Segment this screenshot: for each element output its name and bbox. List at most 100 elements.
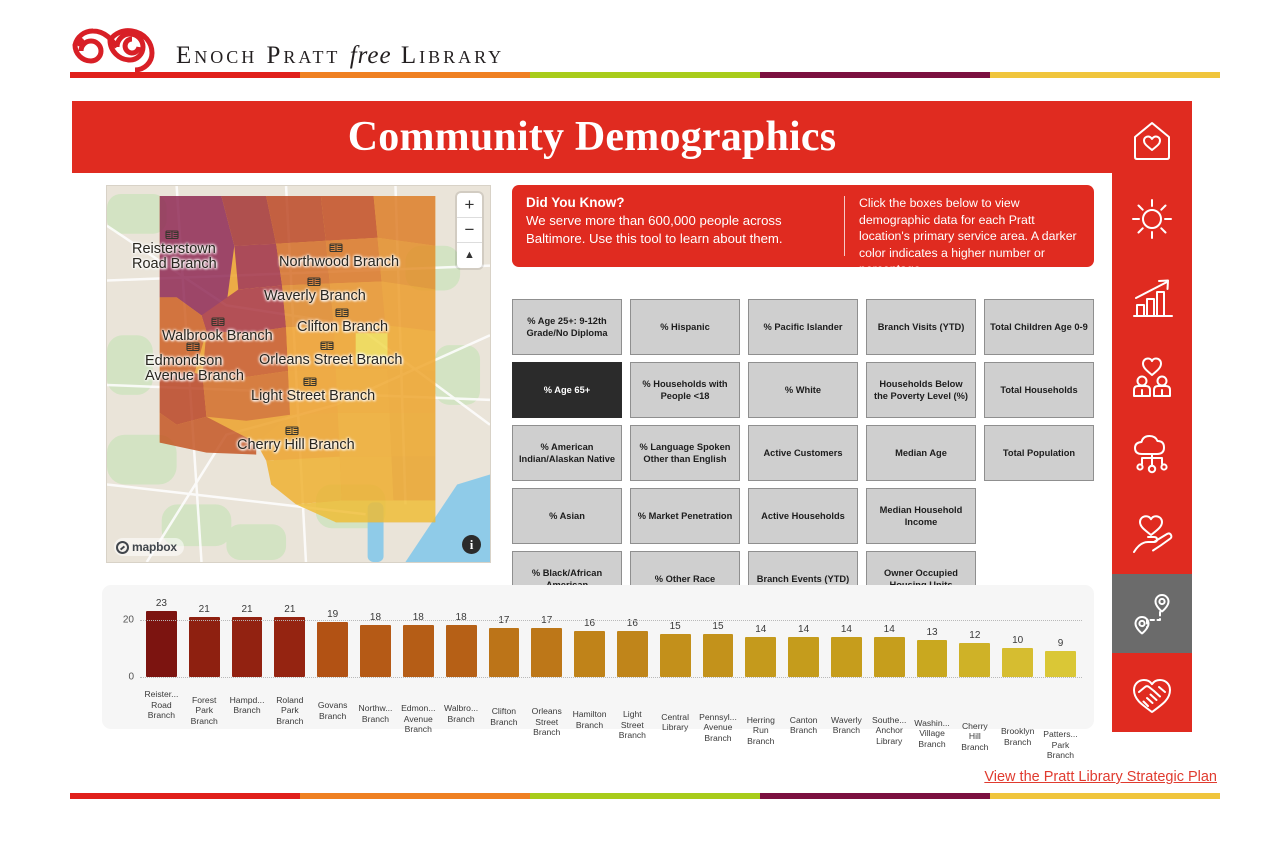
chart-bar[interactable] xyxy=(959,642,991,677)
chart-bar-column[interactable]: 18 Walbro... Branch xyxy=(440,612,483,724)
rule-seg-3 xyxy=(760,72,990,78)
chart-bar-value: 21 xyxy=(284,603,296,615)
metric-button[interactable]: % Age 25+: 9-12th Grade/No Diploma xyxy=(512,299,622,355)
chart-bar-column[interactable]: 23 Reister... Road Branch xyxy=(140,598,183,720)
chart-bar[interactable] xyxy=(274,616,306,677)
chart-bar[interactable] xyxy=(916,639,948,677)
chart-bar-column[interactable]: 12 Cherry Hill Branch xyxy=(953,630,996,752)
chart-bar-column[interactable]: 9 Patters... Park Branch xyxy=(1039,638,1082,760)
mapbox-label: mapbox xyxy=(132,540,177,554)
chart-bars: 23 Reister... Road Branch 21 Forest Park Br… xyxy=(140,593,1082,760)
chart-bar-column[interactable]: 18 Northw... Branch xyxy=(354,612,397,724)
chart-bar[interactable] xyxy=(831,636,862,677)
chart-bar[interactable] xyxy=(488,628,520,677)
chart-bar[interactable] xyxy=(402,625,434,677)
chart-bar-value: 14 xyxy=(883,623,895,635)
map-compass-button[interactable]: ▲ xyxy=(457,243,482,268)
metric-button[interactable]: % Pacific Islander xyxy=(748,299,858,355)
metric-button[interactable]: % Age 65+ xyxy=(512,362,622,418)
chart-bar[interactable] xyxy=(702,633,734,677)
chart-bar-value: 17 xyxy=(541,615,553,627)
metric-button[interactable]: Median Age xyxy=(866,425,976,481)
metric-cell-empty xyxy=(984,488,1094,544)
chart-bar-column[interactable]: 14 Southe... Anchor Library xyxy=(868,623,911,746)
map-zoom-out-button[interactable]: − xyxy=(457,218,482,243)
pratt-scroll-logo-icon xyxy=(70,28,165,74)
metric-button[interactable]: Households Below the Poverty Level (%) xyxy=(866,362,976,418)
rail-button-home-heart[interactable] xyxy=(1112,101,1192,180)
strategic-plan-link[interactable]: View the Pratt Library Strategic Plan xyxy=(984,769,1217,785)
metric-button[interactable]: % White xyxy=(748,362,858,418)
metric-button[interactable]: Active Customers xyxy=(748,425,858,481)
chart-bar-column[interactable]: 16 Light Street Branch xyxy=(611,618,654,740)
chart-bar[interactable] xyxy=(1002,648,1034,677)
bottom-color-rule xyxy=(70,793,1220,799)
chart-bar-column[interactable]: 21 Roland Park Branch xyxy=(268,603,311,726)
chart-bar[interactable] xyxy=(231,616,263,677)
chart-bar-column[interactable]: 14 Waverly Branch xyxy=(825,624,868,735)
chart-bar[interactable] xyxy=(788,636,819,677)
metric-button[interactable]: Active Households xyxy=(748,488,858,544)
map-zoom-in-button[interactable]: + xyxy=(457,193,482,218)
metric-button[interactable]: Total Households xyxy=(984,362,1094,418)
map-info-icon[interactable]: i xyxy=(462,535,481,554)
chart-bar-column[interactable]: 17 Clifton Branch xyxy=(483,615,526,727)
map-pins-route-icon xyxy=(1134,593,1170,635)
chart-bar-column[interactable]: 14 Herring Run Branch xyxy=(739,624,782,746)
chart-bar[interactable] xyxy=(188,616,220,677)
chart-bar[interactable] xyxy=(146,611,177,677)
chart-bar[interactable] xyxy=(873,636,905,677)
chart-bar[interactable] xyxy=(659,633,691,677)
chart-bar[interactable] xyxy=(1045,651,1076,677)
chart-bar-column[interactable]: 16 Hamilton Branch xyxy=(568,618,611,730)
map-view[interactable]: + − ▲ mapbox i Reisterstown Road Branch N… xyxy=(106,185,491,563)
rail-button-family-heart[interactable] xyxy=(1112,338,1192,417)
chart-bar[interactable] xyxy=(531,628,563,677)
chart-bar-label: Cherry Hill Branch xyxy=(961,720,989,752)
metric-grid: % Age 25+: 9-12th Grade/No Diploma% Hisp… xyxy=(512,299,1094,607)
chart-y-axis: 0 20 xyxy=(108,593,140,729)
metric-button[interactable]: Total Children Age 0-9 xyxy=(984,299,1094,355)
rule-seg-b3 xyxy=(760,793,990,799)
metric-button[interactable]: Branch Visits (YTD) xyxy=(866,299,976,355)
chart-bar-column[interactable]: 17 Orleans Street Branch xyxy=(525,615,568,737)
chart-bar-column[interactable]: 14 Canton Branch xyxy=(782,624,825,735)
metric-button[interactable]: % Households with People <18 xyxy=(630,362,740,418)
chart-bar[interactable] xyxy=(616,631,648,677)
chart-bar-column[interactable]: 21 Hampd... Branch xyxy=(226,604,269,716)
rule-seg-b4 xyxy=(990,793,1220,799)
banner-left: Did You Know? We serve more than 600,000… xyxy=(526,194,844,258)
chart-bar[interactable] xyxy=(745,636,777,677)
chart-bar-column[interactable]: 15 Central Library xyxy=(654,621,697,732)
rail-button-handshake-heart[interactable] xyxy=(1112,653,1192,732)
chart-bar[interactable] xyxy=(445,625,477,677)
chart-bar-column[interactable]: 21 Forest Park Branch xyxy=(183,604,226,726)
metric-button[interactable]: % American Indian/Alaskan Native xyxy=(512,425,622,481)
chart-bar[interactable] xyxy=(360,625,391,677)
branch-bar-chart-panel: 0 20 23 Reister... Road Branch 21 Forest Par… xyxy=(102,585,1094,760)
rail-button-sun[interactable] xyxy=(1112,180,1192,259)
rail-button-bar-chart-growth[interactable] xyxy=(1112,259,1192,338)
chart-bar-label: Reister... Road Branch xyxy=(144,689,179,720)
mapbox-attribution[interactable]: mapbox xyxy=(114,538,184,556)
chart-bar-column[interactable]: 18 Edmon... Avenue Branch xyxy=(397,612,440,734)
chart-bar[interactable] xyxy=(574,631,605,677)
chart-bar-column[interactable]: 15 Pennsyl... Avenue Branch xyxy=(697,621,740,743)
rail-button-heart-in-hand[interactable] xyxy=(1112,495,1192,574)
metric-button[interactable]: % Asian xyxy=(512,488,622,544)
chart-bar-value: 9 xyxy=(1057,638,1064,650)
rail-button-map-pins-route[interactable] xyxy=(1112,574,1192,654)
metric-button[interactable]: Total Population xyxy=(984,425,1094,481)
chart-bar[interactable] xyxy=(317,622,349,677)
chart-bar-label: Pennsyl... Avenue Branch xyxy=(699,711,737,743)
title-bar: Community Demographics xyxy=(72,101,1112,173)
chart-bar-column[interactable]: 13 Washin... Village Branch xyxy=(911,627,954,749)
metric-button[interactable]: % Market Penetration xyxy=(630,488,740,544)
chart-bar-column[interactable]: 10 Brooklyn Branch xyxy=(996,635,1039,747)
metric-button[interactable]: % Language Spoken Other than English xyxy=(630,425,740,481)
metric-button[interactable]: % Hispanic xyxy=(630,299,740,355)
map-zoom-controls[interactable]: + − ▲ xyxy=(457,193,482,268)
chart-bar-label: Southe... Anchor Library xyxy=(872,714,907,746)
rail-button-cloud-network[interactable] xyxy=(1112,417,1192,496)
metric-button[interactable]: Median Household Income xyxy=(866,488,976,544)
